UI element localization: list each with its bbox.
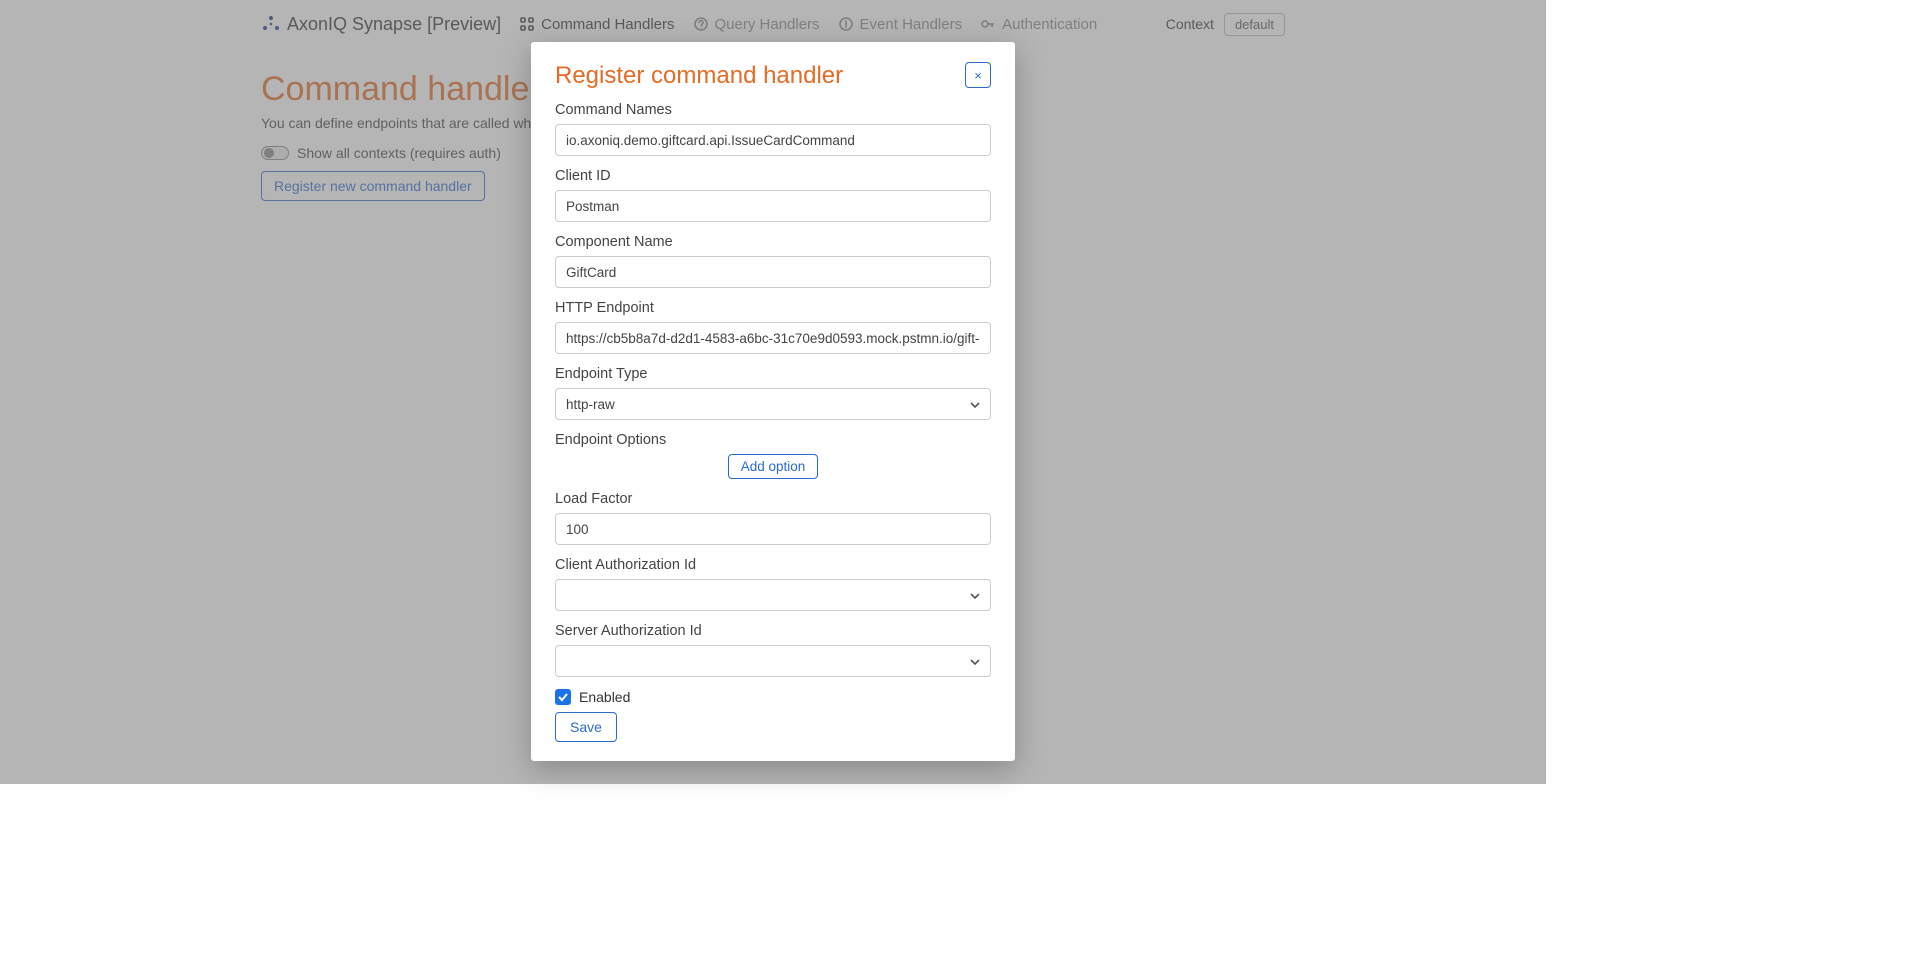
label-command-names: Command Names — [555, 102, 991, 118]
label-client-auth-id: Client Authorization Id — [555, 557, 991, 573]
save-button[interactable]: Save — [555, 712, 617, 742]
modal-title: Register command handler — [555, 62, 843, 90]
label-client-id: Client ID — [555, 168, 991, 184]
label-component-name: Component Name — [555, 234, 991, 250]
select-endpoint-type[interactable] — [555, 388, 991, 420]
input-component-name[interactable] — [555, 256, 991, 288]
input-load-factor[interactable] — [555, 513, 991, 545]
add-option-button[interactable]: Add option — [728, 454, 819, 479]
modal-overlay[interactable]: Register command handler × Command Names… — [0, 0, 1546, 784]
close-icon: × — [974, 68, 982, 83]
input-http-endpoint[interactable] — [555, 322, 991, 354]
input-client-id[interactable] — [555, 190, 991, 222]
input-command-names[interactable] — [555, 124, 991, 156]
label-http-endpoint: HTTP Endpoint — [555, 300, 991, 316]
label-endpoint-type: Endpoint Type — [555, 366, 991, 382]
modal-close-button[interactable]: × — [965, 62, 991, 88]
select-server-auth-id[interactable] — [555, 645, 991, 677]
label-server-auth-id: Server Authorization Id — [555, 623, 991, 639]
register-command-handler-modal: Register command handler × Command Names… — [531, 42, 1015, 761]
enabled-checkbox[interactable] — [555, 689, 571, 705]
label-endpoint-options: Endpoint Options — [555, 432, 991, 448]
label-load-factor: Load Factor — [555, 491, 991, 507]
enabled-label: Enabled — [579, 689, 630, 705]
select-client-auth-id[interactable] — [555, 579, 991, 611]
